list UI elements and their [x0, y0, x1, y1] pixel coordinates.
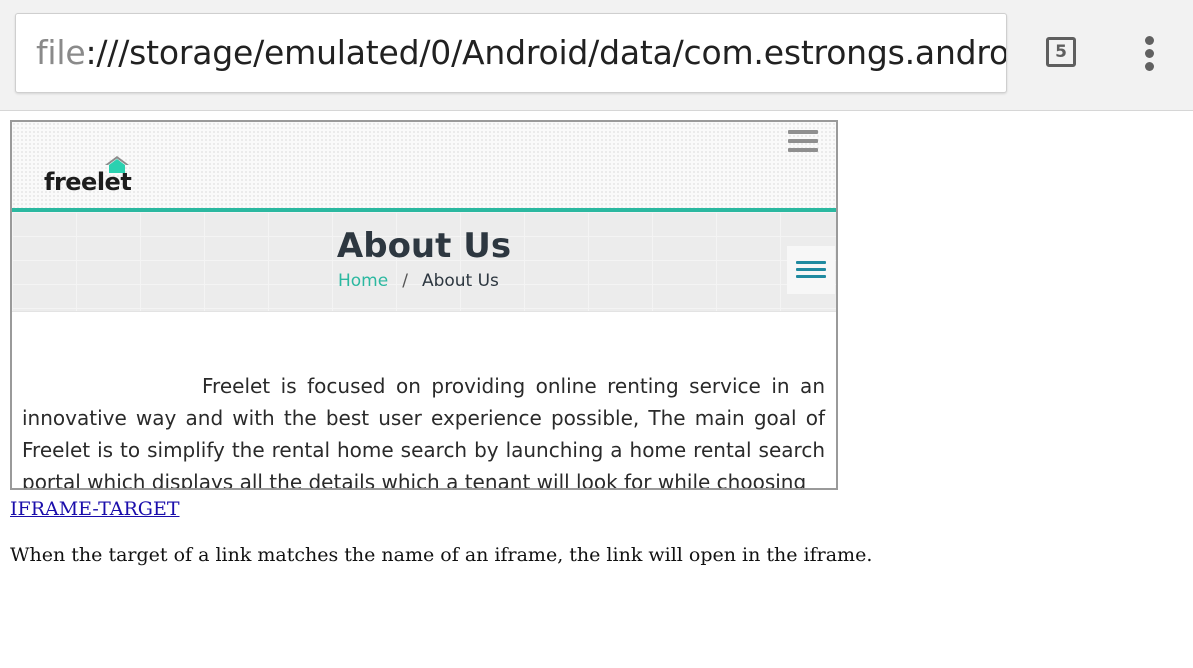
tab-switcher-button[interactable]: 5 [1046, 37, 1076, 67]
breadcrumb: Home / About Us [338, 271, 499, 291]
address-bar[interactable]: file:///storage/emulated/0/Android/data/… [15, 13, 1007, 93]
nav-menu-button[interactable] [787, 246, 835, 294]
embedded-iframe[interactable]: freelet About Us Home / About Us Freelet i… [10, 120, 838, 490]
breadcrumb-separator: / [402, 271, 408, 291]
hamburger-icon[interactable] [788, 130, 818, 154]
about-paragraph: Freelet is focused on providing online r… [22, 374, 825, 490]
freelet-logo[interactable]: freelet [44, 154, 134, 200]
page-banner: About Us Home / About Us [12, 212, 836, 312]
page-title: About Us [336, 226, 512, 266]
description-text: When the target of a link matches the na… [10, 544, 873, 566]
breadcrumb-current: About Us [421, 271, 499, 291]
iframe-target-link[interactable]: IFRAME-TARGET [10, 498, 180, 520]
site-header: freelet [12, 122, 836, 208]
overflow-menu-icon[interactable] [1140, 36, 1160, 72]
browser-toolbar: file:///storage/emulated/0/Android/data/… [0, 0, 1193, 111]
breadcrumb-home-link[interactable]: Home [338, 271, 388, 291]
url-text: file:///storage/emulated/0/Android/data/… [36, 33, 1007, 72]
url-scheme: file [36, 33, 86, 72]
url-path: :///storage/emulated/0/Android/data/com.… [85, 33, 1007, 72]
logo-text: freelet [44, 168, 132, 196]
